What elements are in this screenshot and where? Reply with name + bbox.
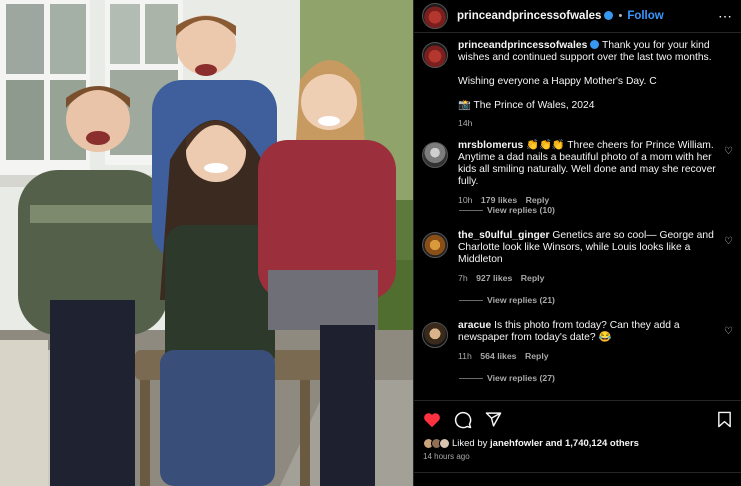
comments-list[interactable]: princeandprincessofwales Thank you for y… bbox=[414, 34, 741, 400]
comment-item: aracue Is this photo from today? Can the… bbox=[422, 320, 733, 362]
avatar[interactable] bbox=[422, 3, 448, 29]
comment-item: the_s0ulful_ginger Genetics are so cool—… bbox=[422, 230, 733, 284]
comment-time: 10h bbox=[458, 195, 473, 205]
comment-like-icon[interactable]: ♡ bbox=[724, 236, 733, 247]
liked-by-count[interactable]: and 1,740,124 others bbox=[545, 438, 638, 449]
likes-summary: Liked by janehfowler and 1,740,124 other… bbox=[414, 438, 741, 449]
comment-like-icon[interactable]: ♡ bbox=[724, 326, 733, 337]
caption-time: 14h bbox=[458, 118, 473, 128]
add-comment-bar[interactable] bbox=[414, 472, 741, 486]
comment-like-icon[interactable]: ♡ bbox=[724, 146, 733, 157]
comment-likes[interactable]: 564 likes bbox=[480, 351, 516, 361]
caption: princeandprincessofwales Thank you for y… bbox=[422, 39, 733, 129]
bookmark-icon[interactable] bbox=[717, 411, 732, 428]
post-details-panel: princeandprincessofwales • Follow ⋯ prin… bbox=[413, 0, 741, 486]
header-username[interactable]: princeandprincessofwales bbox=[457, 10, 601, 22]
comment-likes[interactable]: 179 likes bbox=[481, 195, 517, 205]
more-options-icon[interactable]: ⋯ bbox=[718, 8, 733, 25]
comment-username[interactable]: mrsblomerus bbox=[458, 140, 523, 151]
verified-icon bbox=[604, 10, 614, 20]
reply-button[interactable]: Reply bbox=[526, 195, 550, 205]
post-footer: Liked by janehfowler and 1,740,124 other… bbox=[414, 400, 741, 486]
comment-time: 7h bbox=[458, 273, 468, 283]
liked-by-prefix: Liked by bbox=[452, 438, 488, 449]
view-replies-button[interactable]: View replies (21) bbox=[459, 295, 555, 305]
liked-by-user[interactable]: janehfowler bbox=[490, 438, 543, 449]
comment-time: 11h bbox=[458, 351, 472, 361]
comment-text: Is this photo from today? Can they add a… bbox=[458, 320, 680, 343]
comment-icon[interactable] bbox=[454, 411, 472, 429]
follow-button[interactable]: Follow bbox=[627, 10, 663, 22]
post-header: princeandprincessofwales • Follow ⋯ bbox=[414, 0, 741, 33]
caption-username[interactable]: princeandprincessofwales bbox=[458, 40, 587, 51]
view-replies-label: View replies (21) bbox=[487, 295, 555, 305]
post-timestamp: 14 hours ago bbox=[423, 452, 470, 461]
separator-dot: • bbox=[618, 10, 623, 22]
verified-icon bbox=[590, 39, 600, 49]
view-replies-button[interactable]: View replies (27) bbox=[459, 373, 555, 383]
view-replies-label: View replies (27) bbox=[487, 373, 555, 383]
liker-avatars bbox=[423, 438, 450, 449]
comment-username[interactable]: the_s0ulful_ginger bbox=[458, 230, 550, 241]
avatar[interactable] bbox=[422, 232, 448, 258]
comment-likes[interactable]: 927 likes bbox=[476, 273, 512, 283]
action-bar bbox=[414, 401, 741, 438]
share-icon[interactable] bbox=[485, 411, 502, 428]
view-replies-label: View replies (10) bbox=[487, 205, 555, 215]
caption-text-line2: Wishing everyone a Happy Mother's Day. C bbox=[458, 76, 657, 87]
like-heart-icon[interactable] bbox=[423, 412, 441, 428]
avatar[interactable] bbox=[422, 142, 448, 168]
reply-button[interactable]: Reply bbox=[525, 351, 549, 361]
caption-text-line3: 📸 The Prince of Wales, 2024 bbox=[458, 100, 595, 111]
family-photo bbox=[0, 0, 413, 486]
avatar[interactable] bbox=[422, 322, 448, 348]
post-photo[interactable] bbox=[0, 0, 413, 486]
comment-item: mrsblomerus 👏👏👏 Three cheers for Prince … bbox=[422, 140, 733, 206]
reply-button[interactable]: Reply bbox=[521, 273, 545, 283]
avatar[interactable] bbox=[422, 42, 448, 68]
view-replies-button[interactable]: View replies (10) bbox=[459, 205, 555, 215]
comment-username[interactable]: aracue bbox=[458, 320, 491, 331]
